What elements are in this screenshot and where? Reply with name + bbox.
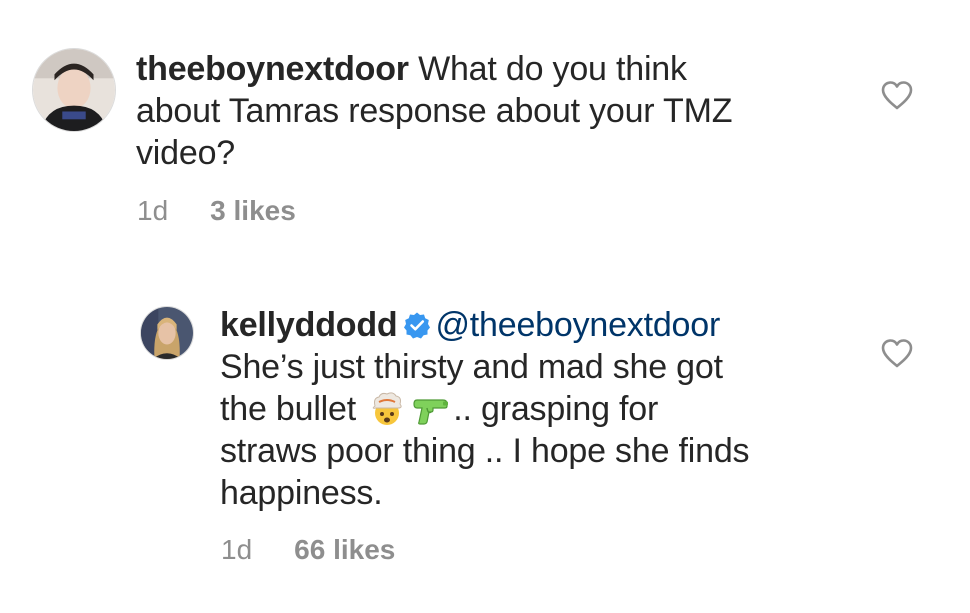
comment-text: .. grasping for — [453, 390, 659, 428]
water-pistol-emoji-icon — [411, 392, 451, 426]
like-heart-icon[interactable] — [880, 338, 914, 368]
comment-likes-count[interactable]: 66 likes — [294, 534, 395, 565]
comment-text: happiness. — [220, 474, 383, 512]
comment-text: straws poor thing .. I hope she finds — [220, 432, 750, 470]
comment-text: the bullet — [220, 390, 356, 428]
comment-mention-link[interactable]: @theeboynextdoor — [435, 306, 720, 344]
comment-kellyddodd: kellyddodd @theeboynextdoor She’s just t… — [0, 290, 970, 590]
user-avatar-icon — [33, 49, 115, 131]
comment-username[interactable]: theeboynextdoor — [136, 50, 409, 88]
user-avatar-icon — [141, 307, 193, 359]
comment-timestamp: 1d — [221, 534, 253, 565]
avatar[interactable] — [140, 306, 194, 360]
like-heart-icon[interactable] — [880, 80, 914, 110]
comment-text: She’s just thirsty and mad she got — [220, 348, 723, 386]
avatar[interactable] — [32, 48, 116, 132]
comment-likes-count[interactable]: 3 likes — [210, 195, 296, 226]
comment-text: video? — [136, 134, 235, 172]
comment-username[interactable]: kellyddodd — [220, 306, 398, 344]
comment-text: What do you think — [418, 50, 687, 88]
comment-theeboynextdoor: theeboynextdoor What do you think about … — [0, 0, 970, 250]
comment-timestamp: 1d — [137, 195, 169, 226]
exploding-head-emoji-icon — [367, 392, 407, 426]
comment-text: about Tamras response about your TMZ — [136, 92, 733, 130]
verified-badge-icon — [403, 311, 431, 339]
